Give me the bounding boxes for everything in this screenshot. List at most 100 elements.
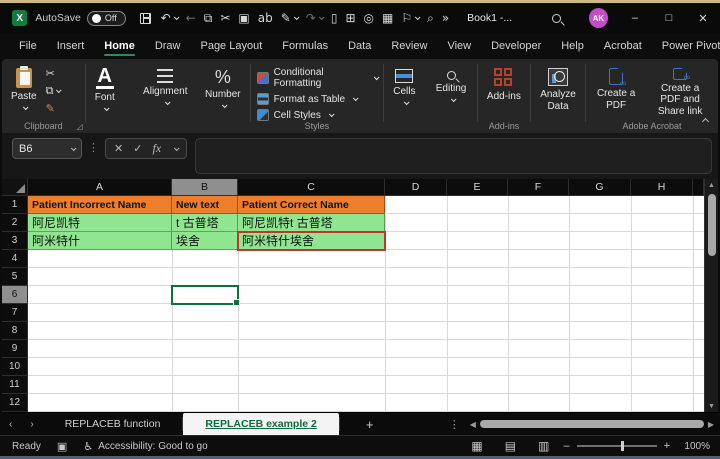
tab-data[interactable]: Data xyxy=(339,35,380,57)
cell-C2[interactable]: 阿尼凯特t 古普塔 xyxy=(238,214,385,232)
insert-function-button[interactable]: fx xyxy=(152,141,161,156)
accessibility-icon[interactable]: ♿ xyxy=(83,440,93,453)
insert-table-icon[interactable]: ⊞ xyxy=(341,9,359,28)
cell-A3[interactable]: 阿米特什 xyxy=(28,232,172,250)
cell-C1[interactable]: Patient Correct Name xyxy=(238,196,385,214)
cell-A1[interactable]: Patient Incorrect Name xyxy=(28,196,172,214)
column-header-D[interactable]: D xyxy=(385,179,447,196)
paste-button[interactable]: Paste xyxy=(6,64,42,119)
column-header-H[interactable]: H xyxy=(631,179,693,196)
column-header-C[interactable]: C xyxy=(238,179,385,196)
autosave-toggle[interactable]: Off xyxy=(87,11,126,26)
alignment-menu-button[interactable]: Alignment xyxy=(138,64,192,119)
collapse-ribbon-button[interactable] xyxy=(703,111,708,129)
conditional-formatting-button[interactable]: Conditional Formatting xyxy=(255,66,380,90)
format-painter-button[interactable]: ✎ xyxy=(46,102,61,115)
tab-formulas[interactable]: Formulas xyxy=(273,35,337,57)
cells-menu-button[interactable]: Cells xyxy=(388,64,420,119)
column-header-G[interactable]: G xyxy=(569,179,631,196)
picture-icon[interactable]: ▣ xyxy=(234,9,253,28)
cut-icon[interactable]: ✂ xyxy=(216,9,234,28)
addins-button[interactable]: Add-ins xyxy=(482,64,526,119)
cut-button[interactable]: ✂ xyxy=(46,67,61,80)
close-button[interactable]: ✕ xyxy=(686,4,720,32)
search-icon[interactable] xyxy=(552,14,561,23)
tab-review[interactable]: Review xyxy=(382,35,436,57)
number-menu-button[interactable]: % Number xyxy=(200,64,246,119)
flag-icon[interactable]: ⚐ xyxy=(397,9,423,28)
row-header-12[interactable]: 12 xyxy=(2,394,28,412)
row-header-4[interactable]: 4 xyxy=(2,250,28,268)
macro-record-icon[interactable]: ▣ xyxy=(57,440,67,453)
cell-B1[interactable]: New text xyxy=(172,196,238,214)
excel-logo-icon[interactable]: X xyxy=(12,10,27,26)
copy-button[interactable]: ⧉ xyxy=(46,84,61,98)
tab-power-pivot[interactable]: Power Pivot xyxy=(653,35,720,57)
column-header-E[interactable]: E xyxy=(447,179,508,196)
tab-developer[interactable]: Developer xyxy=(482,35,550,57)
avatar[interactable]: AK xyxy=(589,8,608,28)
sheet-nav-left-icon[interactable]: ‹ xyxy=(0,419,21,430)
formula-input[interactable] xyxy=(195,138,712,174)
page-break-view-icon[interactable]: ▥ xyxy=(534,439,553,453)
redo-icon[interactable]: ↷ xyxy=(302,9,327,28)
tab-insert[interactable]: Insert xyxy=(48,35,94,57)
cell-B2[interactable]: t 古普塔 xyxy=(172,214,238,232)
row-header-2[interactable]: 2 xyxy=(2,214,28,232)
save-icon[interactable] xyxy=(136,11,155,26)
column-header-A[interactable]: A xyxy=(28,179,172,196)
zoom-slider[interactable] xyxy=(577,445,657,447)
row-header-5[interactable]: 5 xyxy=(2,268,28,286)
name-box[interactable]: B6 xyxy=(12,138,82,159)
cell-C3[interactable]: 阿米特什埃舍 xyxy=(238,232,385,250)
sheet-tab-replaceb-function[interactable]: REPLACEB function xyxy=(43,413,183,436)
cell-area[interactable]: Patient Incorrect Name New text Patient … xyxy=(28,196,704,412)
undo-icon[interactable]: ↶ xyxy=(157,9,182,28)
copy-icon[interactable]: ⧉ xyxy=(200,9,217,28)
form-icon[interactable]: ▦ xyxy=(378,9,397,28)
column-header-B[interactable]: B xyxy=(172,179,238,196)
tab-acrobat[interactable]: Acrobat xyxy=(595,35,651,57)
horizontal-scroll-thumb[interactable] xyxy=(480,420,704,428)
zoom-out-button[interactable]: – xyxy=(563,440,569,452)
more-commands-icon[interactable]: » xyxy=(438,9,453,28)
scroll-right-icon[interactable]: ▶ xyxy=(708,420,714,429)
row-header-8[interactable]: 8 xyxy=(2,322,28,340)
tab-page-layout[interactable]: Page Layout xyxy=(191,35,271,57)
zoom-in-button[interactable]: + xyxy=(664,440,670,452)
page-layout-view-icon[interactable]: ▤ xyxy=(501,439,520,453)
accessibility-status[interactable]: Accessibility: Good to go xyxy=(98,441,208,452)
select-all-corner[interactable] xyxy=(2,179,28,196)
row-header-3[interactable]: 3 xyxy=(2,232,28,250)
zoom-slider-thumb[interactable] xyxy=(621,441,624,451)
back-icon[interactable]: ← xyxy=(182,9,200,28)
column-header-F[interactable]: F xyxy=(508,179,569,196)
enter-button[interactable]: ✓ xyxy=(133,142,142,155)
scroll-up-icon[interactable]: ▲ xyxy=(708,179,715,191)
new-file-icon[interactable]: ▯ xyxy=(327,9,342,28)
analyze-data-button[interactable]: Analyze Data xyxy=(535,64,581,119)
row-header-9[interactable]: 9 xyxy=(2,340,28,358)
row-header-7[interactable]: 7 xyxy=(2,304,28,322)
sheet-nav-right-icon[interactable]: › xyxy=(21,419,42,430)
drag-handle-icon[interactable]: ⋮ xyxy=(88,141,99,154)
vertical-scrollbar[interactable]: ▲ ▼ xyxy=(704,179,718,412)
find-replace-icon[interactable]: ab xyxy=(254,9,277,28)
cancel-button[interactable]: ✕ xyxy=(114,142,123,155)
editing-menu-button[interactable]: Editing xyxy=(431,64,472,119)
scroll-down-icon[interactable]: ▼ xyxy=(708,400,715,412)
row-header-11[interactable]: 11 xyxy=(2,376,28,394)
horizontal-scrollbar[interactable]: ◀ ▶ xyxy=(470,420,714,429)
create-pdf-button[interactable]: Create a PDF xyxy=(590,64,642,119)
tab-help[interactable]: Help xyxy=(552,35,593,57)
tab-view[interactable]: View xyxy=(438,35,480,57)
protect-find-icon[interactable]: ⌕ xyxy=(423,9,438,28)
format-as-table-button[interactable]: Format as Table xyxy=(255,92,380,106)
scroll-left-icon[interactable]: ◀ xyxy=(470,420,476,429)
tab-file[interactable]: File xyxy=(10,35,46,57)
row-header-10[interactable]: 10 xyxy=(2,358,28,376)
maximize-button[interactable]: □ xyxy=(652,4,686,32)
new-sheet-button[interactable]: + xyxy=(340,417,400,432)
dialog-launcher-icon[interactable]: ◿ xyxy=(77,122,83,131)
font-menu-button[interactable]: A Font xyxy=(90,64,120,119)
